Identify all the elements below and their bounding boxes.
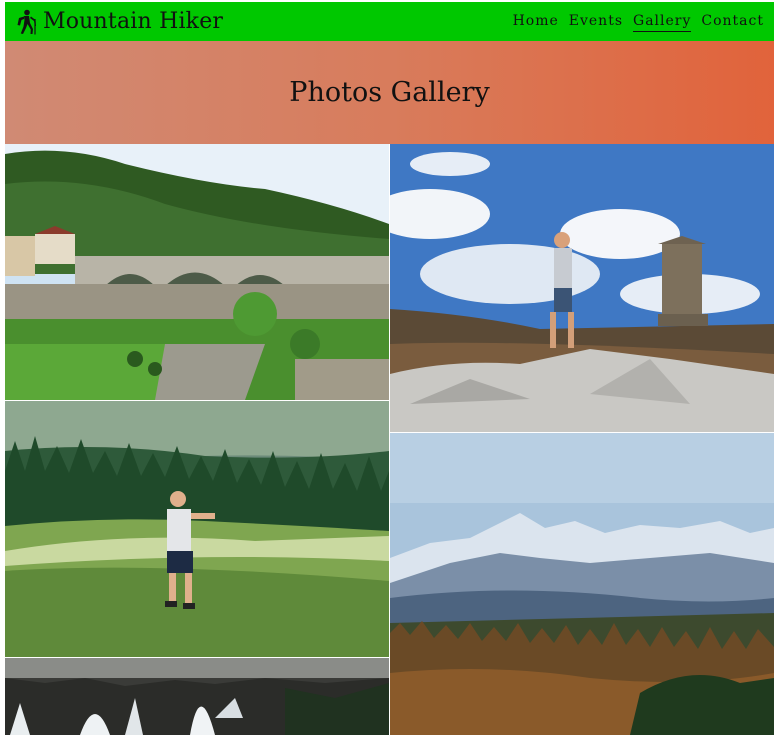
brand-name: Mountain Hiker [43,9,224,34]
photographer-monument-image [390,144,774,432]
main-nav: Home Events Gallery Contact [513,11,764,32]
photo-gallery [5,144,774,735]
snowy-mountains-image [390,433,774,735]
hero-banner: Photos Gallery [5,41,774,144]
gallery-photo-photographer[interactable] [390,144,774,432]
page-title: Photos Gallery [289,77,490,108]
gallery-photo-bridge[interactable] [5,144,389,400]
waterfall-image [5,658,389,735]
top-navbar: Mountain Hiker Home Events Gallery Conta… [5,2,774,41]
nav-events[interactable]: Events [569,11,623,32]
gallery-photo-waterfall[interactable] [5,658,389,735]
meadow-hiker-image [5,401,389,657]
nav-contact[interactable]: Contact [701,11,764,32]
nav-gallery[interactable]: Gallery [633,11,692,32]
gallery-photo-meadow[interactable] [5,401,389,657]
gallery-photo-mountains[interactable] [390,433,774,735]
page-frame: Mountain Hiker Home Events Gallery Conta… [5,2,774,735]
bridge-garden-image [5,144,389,400]
brand-logo[interactable]: Mountain Hiker [15,9,223,35]
hiker-icon [15,9,37,35]
nav-home[interactable]: Home [513,11,559,32]
